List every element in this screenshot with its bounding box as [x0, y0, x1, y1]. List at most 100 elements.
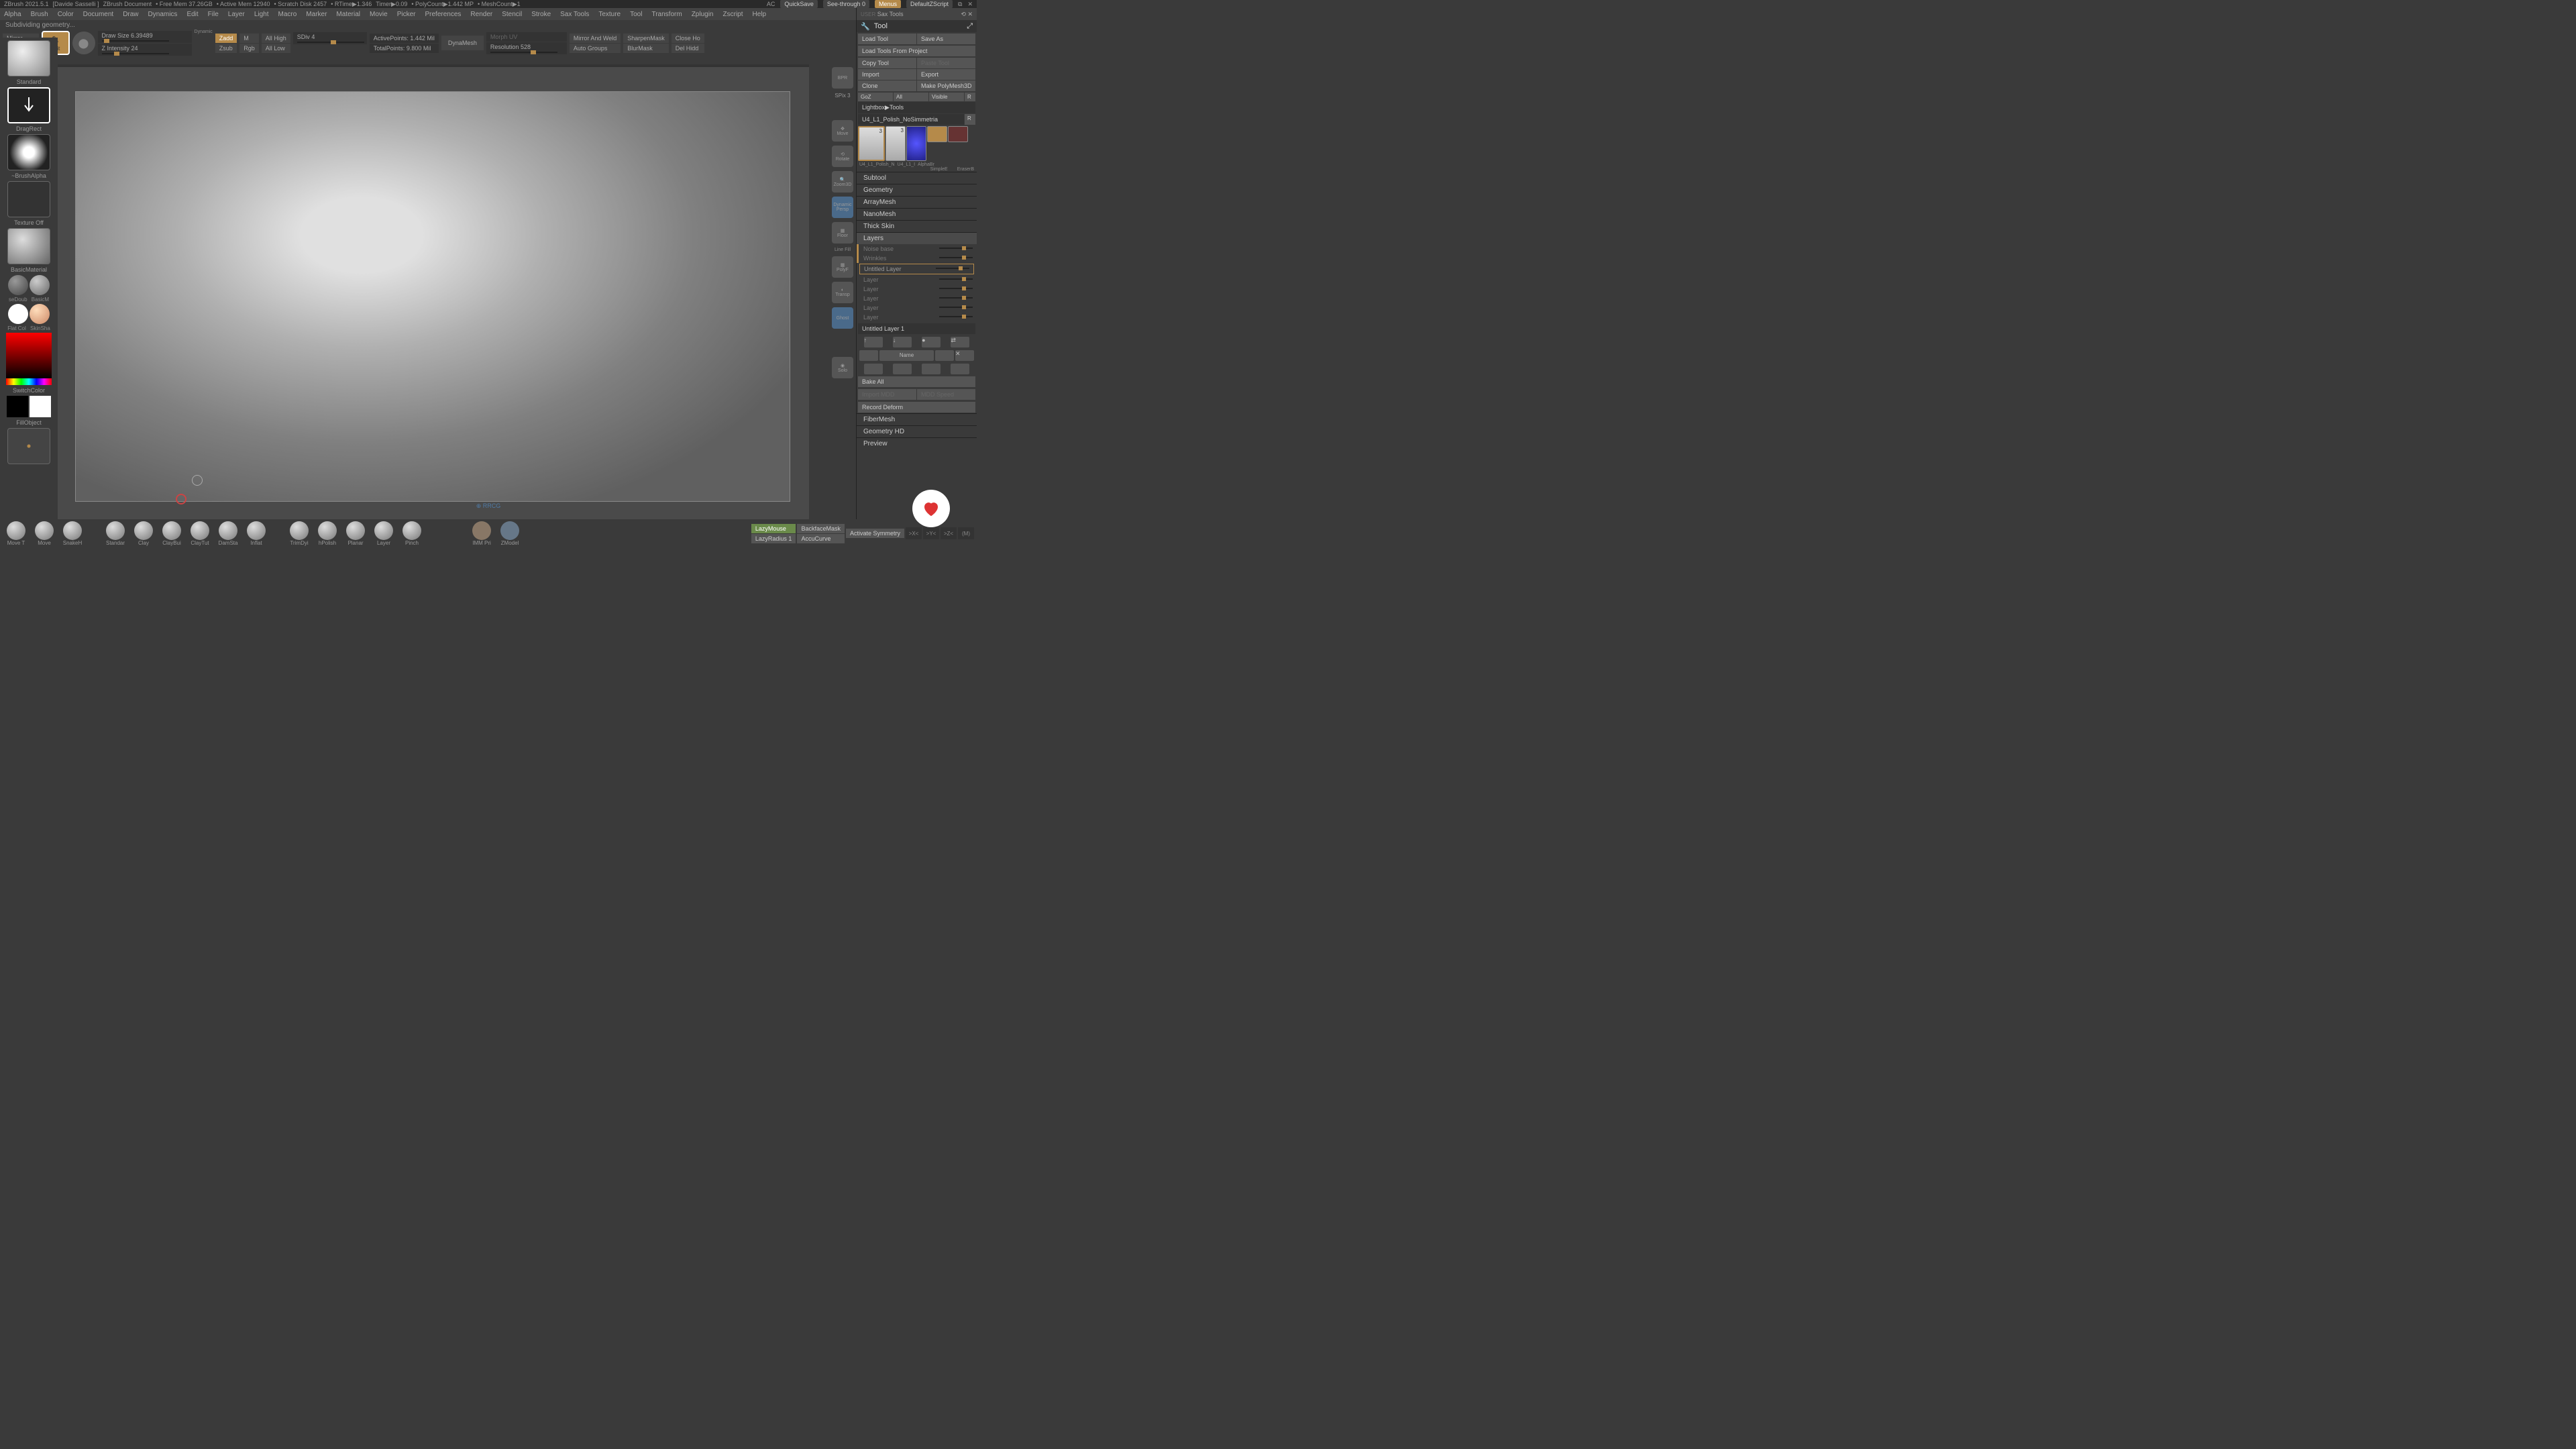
menu-material[interactable]: Material	[336, 11, 360, 18]
menu-dynamics[interactable]: Dynamics	[148, 11, 178, 18]
tool-expand-icon[interactable]: ⤢	[967, 22, 973, 31]
layer-item[interactable]: Wrinkles	[857, 254, 977, 263]
texture-selector[interactable]	[7, 181, 50, 217]
copy-tool-button[interactable]: Copy Tool	[858, 58, 916, 68]
menus-toggle[interactable]: Menus	[875, 0, 901, 8]
material-skinsha[interactable]	[30, 304, 50, 324]
layers-section[interactable]: Layers	[857, 232, 977, 244]
layer-down-icon[interactable]: ↓	[893, 337, 912, 347]
zsub-button[interactable]: Zsub	[215, 44, 237, 53]
gradient-picker[interactable]	[7, 428, 50, 464]
layer-a-icon[interactable]	[864, 364, 883, 374]
restore-icon[interactable]: ⧉	[958, 1, 962, 8]
menu-saxtools[interactable]: Sax Tools	[560, 11, 589, 18]
move-nav-button[interactable]: ✥Move	[832, 120, 853, 142]
menu-transform[interactable]: Transform	[651, 11, 682, 18]
tool-r-button[interactable]: R	[965, 114, 975, 125]
shelf-brush-standard[interactable]: Standar	[102, 521, 129, 546]
autogroups-button[interactable]: Auto Groups	[570, 44, 621, 53]
menu-preferences[interactable]: Preferences	[425, 11, 461, 18]
export-button[interactable]: Export	[917, 69, 975, 80]
layer-item[interactable]: Layer	[857, 284, 977, 294]
draw-size-slider[interactable]: Draw Size 6.39489	[98, 31, 192, 43]
layer-del-icon[interactable]: ✕	[955, 350, 974, 361]
layer-d-icon[interactable]	[951, 364, 969, 374]
layer-b-icon[interactable]	[893, 364, 912, 374]
solo-button[interactable]: ◉Solo	[832, 357, 853, 378]
menu-layer[interactable]: Layer	[228, 11, 245, 18]
shelf-brush-claytut[interactable]: ClayTut	[186, 521, 213, 546]
fill-object-button[interactable]: FillObject	[16, 419, 42, 427]
activate-symmetry-button[interactable]: Activate Symmetry	[846, 529, 904, 538]
shelf-brush-zmodel[interactable]: ZModel	[496, 521, 523, 546]
layer-item[interactable]: Layer	[857, 275, 977, 284]
layer-name-button[interactable]: Name	[879, 350, 934, 361]
geometryhd-section[interactable]: Geometry HD	[857, 425, 977, 437]
make-polymesh-button[interactable]: Make PolyMesh3D	[917, 80, 975, 91]
shelf-brush-layer[interactable]: Layer	[370, 521, 397, 546]
allhigh-button[interactable]: All High	[262, 34, 290, 43]
dynamesh-button[interactable]: DynaMesh	[441, 36, 484, 50]
import-mdd-button[interactable]: Import MDD	[858, 389, 916, 400]
menu-texture[interactable]: Texture	[598, 11, 621, 18]
layer-item[interactable]: Layer	[857, 313, 977, 322]
sdiv-slider[interactable]: SDiv 4	[293, 32, 367, 44]
shelf-brush-damsta[interactable]: DamSta	[215, 521, 241, 546]
fibermesh-section[interactable]: FiberMesh	[857, 413, 977, 425]
tool-item-2[interactable]	[906, 126, 926, 161]
zoom-nav-button[interactable]: 🔍Zoom3D	[832, 171, 853, 193]
menu-file[interactable]: File	[208, 11, 219, 18]
shelf-brush-pinch[interactable]: Pinch	[398, 521, 425, 546]
color-swatch-alt[interactable]	[30, 396, 51, 417]
menu-movie[interactable]: Movie	[370, 11, 388, 18]
clone-button[interactable]: Clone	[858, 80, 916, 91]
menu-zplugin[interactable]: Zplugin	[692, 11, 714, 18]
bake-all-button[interactable]: Bake All	[858, 376, 975, 387]
menu-alpha[interactable]: Alpha	[4, 11, 21, 18]
menu-zscript[interactable]: Zscript	[723, 11, 743, 18]
menu-help[interactable]: Help	[753, 11, 767, 18]
menu-stroke[interactable]: Stroke	[531, 11, 551, 18]
resolution-slider[interactable]: Resolution 528	[486, 42, 567, 54]
zadd-button[interactable]: Zadd	[215, 34, 237, 43]
layer-dup-icon[interactable]	[935, 350, 954, 361]
load-tool-button[interactable]: Load Tool	[858, 34, 916, 44]
menu-marker[interactable]: Marker	[306, 11, 327, 18]
untitled-layer-slider[interactable]: Untitled Layer 1	[858, 323, 975, 334]
switch-color-label[interactable]: SwitchColor	[13, 386, 45, 394]
shelf-brush-clay[interactable]: Clay	[130, 521, 157, 546]
z-intensity-slider[interactable]: Z Intensity 24	[98, 44, 192, 56]
nanomesh-section[interactable]: NanoMesh	[857, 208, 977, 220]
spix-slider[interactable]: SPix 3	[835, 93, 850, 99]
sym-m-button[interactable]: (M)	[958, 527, 974, 539]
accucurve-button[interactable]: AccuCurve	[797, 534, 845, 543]
menu-color[interactable]: Color	[58, 11, 74, 18]
stroke-selector[interactable]	[7, 87, 50, 123]
thickskin-section[interactable]: Thick Skin	[857, 220, 977, 232]
user-menu[interactable]: Sax Tools	[877, 11, 904, 17]
del-hidden-button[interactable]: Del Hidd	[672, 44, 704, 53]
menu-draw[interactable]: Draw	[123, 11, 138, 18]
menu-light[interactable]: Light	[254, 11, 269, 18]
ghost-button[interactable]: Ghost	[832, 307, 853, 329]
color-swatch-main[interactable]	[7, 396, 28, 417]
import-button[interactable]: Import	[858, 69, 916, 80]
layer-item-current[interactable]: Untitled Layer	[859, 264, 974, 274]
blur-mask-button[interactable]: BlurMask	[623, 44, 669, 53]
menu-document[interactable]: Document	[83, 11, 114, 18]
menu-picker[interactable]: Picker	[397, 11, 416, 18]
layer-item[interactable]: Noise base	[857, 244, 977, 254]
quicksave-button[interactable]: QuickSave	[780, 0, 818, 8]
shelf-brush-snakeh[interactable]: SnakeH	[59, 521, 86, 546]
persp-button[interactable]: DynamicPersp	[832, 197, 853, 218]
layer-up-icon[interactable]: ↑	[864, 337, 883, 347]
seethrough-slider[interactable]: See-through 0	[823, 0, 869, 8]
shelf-brush-planar[interactable]: Planar	[342, 521, 369, 546]
sym-z-button[interactable]: >Z<	[941, 527, 957, 539]
layer-item[interactable]: Layer	[857, 294, 977, 303]
goz-visible-button[interactable]: Visible	[929, 93, 964, 101]
floating-action-button[interactable]	[912, 490, 950, 527]
menu-render[interactable]: Render	[470, 11, 492, 18]
arraymesh-section[interactable]: ArrayMesh	[857, 196, 977, 208]
m-button[interactable]: M	[239, 34, 259, 43]
